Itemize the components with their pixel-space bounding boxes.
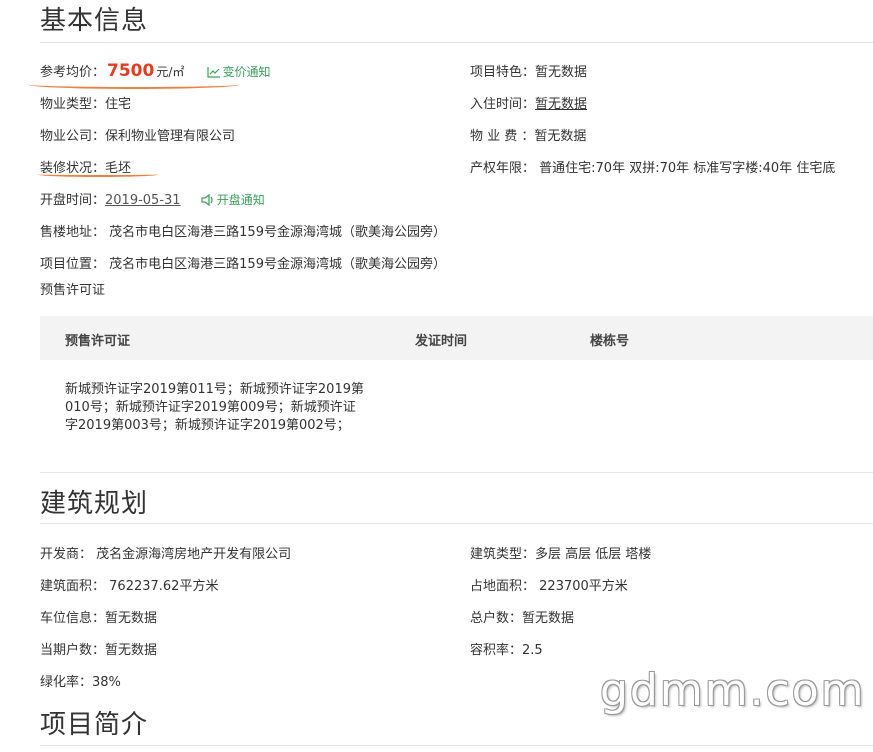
open-date-link[interactable]: 2019-05-31	[105, 193, 181, 208]
rights-value: 普通住宅:70年 双拼:70年 标准写字楼:40年 住宅底	[539, 161, 836, 176]
divider	[40, 523, 873, 524]
location-value: 茂名市电白区海港三路159号金源海湾城（歌美海公园旁）	[109, 257, 446, 272]
checkin-value-link[interactable]: 暂无数据	[535, 97, 587, 112]
annotation-underline	[28, 80, 240, 89]
price-value: 7500	[107, 61, 155, 81]
developer-field: 开发商： 茂名金源海湾房地产开发有限公司	[40, 543, 291, 562]
fee-field: 物 业 费 ：暂无数据	[470, 125, 586, 144]
watermark: gdmm.com	[600, 665, 866, 716]
checkin-label: 入住时间：	[470, 97, 536, 112]
developer-label: 开发商：	[40, 547, 93, 562]
divider	[40, 472, 873, 473]
building-area-field: 建筑面积： 762237.62平方米	[40, 575, 218, 594]
far-value: 2.5	[522, 643, 543, 658]
sale-address-value: 茂名市电白区海港三路159号金源海湾城（歌美海公园旁）	[109, 225, 446, 240]
green-rate-label: 绿化率：	[40, 675, 93, 690]
parking-field: 车位信息：暂无数据	[40, 607, 157, 626]
price-notify-label: 变价通知	[222, 65, 271, 79]
far-label: 容积率：	[470, 643, 523, 658]
phase-households-value: 暂无数据	[105, 643, 158, 658]
households-field: 总户数：暂无数据	[470, 607, 574, 626]
open-notify-link[interactable]: 开盘通知	[201, 193, 265, 207]
company-field: 物业公司：保利物业管理有限公司	[40, 125, 235, 144]
phase-households-field: 当期户数：暂无数据	[40, 639, 157, 658]
open-label: 开盘时间：	[40, 193, 106, 208]
far-field: 容积率：2.5	[470, 639, 543, 658]
green-rate-field: 绿化率：38%	[40, 671, 121, 690]
land-area-value: 223700平方米	[539, 579, 628, 594]
parking-value: 暂无数据	[105, 611, 158, 626]
type-field: 物业类型：住宅	[40, 93, 131, 112]
green-rate-value: 38%	[92, 675, 121, 690]
open-field: 开盘时间：2019-05-31 开盘通知	[40, 189, 265, 208]
building-area-value: 762237.62平方米	[109, 579, 219, 594]
fee-label: 物 业 费 ：	[470, 129, 535, 144]
permit-table-header: 预售许可证 发证时间 楼栋号	[40, 316, 873, 360]
divider	[40, 745, 873, 746]
phase-households-label: 当期户数：	[40, 643, 106, 658]
feature-field: 项目特色：暂无数据	[470, 61, 587, 80]
rights-field: 产权年限： 普通住宅:70年 双拼:70年 标准写字楼:40年 住宅底	[470, 157, 835, 176]
developer-value: 茂名金源海湾房地产开发有限公司	[96, 547, 292, 562]
column-header-building: 楼栋号	[590, 334, 630, 349]
section-title-planning: 建筑规划	[40, 489, 149, 519]
trend-chart-icon	[206, 67, 220, 78]
price-label: 参考均价：	[40, 65, 106, 80]
building-type-label: 建筑类型：	[470, 547, 536, 562]
company-value: 保利物业管理有限公司	[105, 129, 236, 144]
annotation-underline	[38, 172, 158, 177]
building-type-value: 多层 高层 低层 塔楼	[535, 547, 652, 562]
type-value: 住宅	[105, 97, 132, 112]
households-label: 总户数：	[470, 611, 523, 626]
presale-title: 预售许可证	[40, 283, 106, 298]
divider	[40, 42, 873, 43]
checkin-field: 入住时间：暂无数据	[470, 93, 587, 112]
feature-value: 暂无数据	[535, 65, 588, 80]
land-area-label: 占地面积：	[470, 579, 536, 594]
households-value: 暂无数据	[522, 611, 575, 626]
sale-address-field: 售楼地址： 茂名市电白区海港三路159号金源海湾城（歌美海公园旁）	[40, 221, 446, 240]
table-row-permit-cell: 新城预许证字2019第011号；新城预许证字2019第010号；新城预许证字20…	[65, 382, 364, 433]
speaker-icon	[201, 193, 213, 207]
building-area-label: 建筑面积：	[40, 579, 106, 594]
price-unit: 元/㎡	[156, 65, 185, 79]
column-header-date: 发证时间	[415, 334, 468, 349]
column-header-permit: 预售许可证	[65, 334, 131, 349]
company-label: 物业公司：	[40, 129, 106, 144]
sale-address-label: 售楼地址：	[40, 225, 106, 240]
section-title-intro: 项目简介	[40, 710, 149, 740]
feature-label: 项目特色：	[470, 65, 536, 80]
rights-label: 产权年限：	[470, 161, 536, 176]
location-field: 项目位置： 茂名市电白区海港三路159号金源海湾城（歌美海公园旁）	[40, 253, 446, 272]
price-field: 参考均价： 7500 元/㎡ 变价通知	[40, 61, 271, 81]
section-title-basic: 基本信息	[40, 6, 149, 36]
fee-value: 暂无数据	[534, 129, 587, 144]
price-notify-link[interactable]: 变价通知	[206, 65, 271, 79]
location-label: 项目位置：	[40, 257, 106, 272]
type-label: 物业类型：	[40, 97, 106, 112]
building-type-field: 建筑类型：多层 高层 低层 塔楼	[470, 543, 651, 562]
parking-label: 车位信息：	[40, 611, 106, 626]
open-notify-label: 开盘通知	[216, 193, 265, 207]
land-area-field: 占地面积： 223700平方米	[470, 575, 628, 594]
